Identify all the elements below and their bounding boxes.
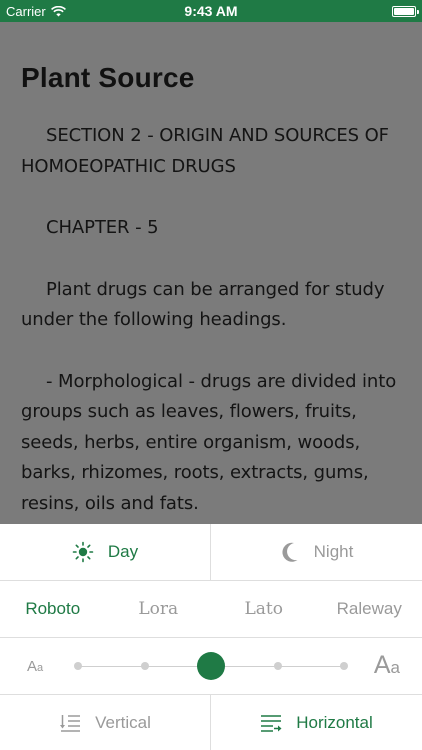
slider-knob[interactable] [197, 652, 225, 680]
reader-content[interactable]: Plant Source SECTION 2 - ORIGIN AND SOUR… [0, 22, 422, 524]
night-button[interactable]: Night [211, 524, 422, 580]
moon-icon [282, 542, 298, 562]
slider-step[interactable] [140, 662, 149, 670]
layout-row: Vertical Horizontal [0, 695, 422, 750]
vertical-label: Vertical [95, 712, 151, 732]
wifi-icon [50, 5, 66, 16]
paragraph: Plant drugs can be arranged for study un… [21, 278, 385, 331]
vertical-scroll-icon [60, 714, 81, 732]
font-option-lora[interactable]: Lora [106, 581, 212, 637]
vertical-button[interactable]: Vertical [0, 695, 211, 750]
decrease-size-icon[interactable]: Aa [27, 658, 43, 675]
font-option-lato[interactable]: Lato [211, 581, 317, 637]
font-option-roboto[interactable]: Roboto [0, 581, 106, 637]
paragraph: - Morphological - drugs are divided into… [21, 370, 397, 514]
battery-icon [392, 5, 419, 17]
night-label: Night [313, 542, 354, 561]
reader-settings-panel: Day Night Roboto Lora Lato Raleway Aa Aa [0, 524, 422, 750]
status-left: Carrier [6, 4, 66, 19]
carrier-label: Carrier [6, 3, 46, 19]
day-button[interactable]: Day [0, 524, 211, 580]
horizontal-scroll-icon [261, 714, 282, 732]
page-title: Plant Source [21, 62, 195, 93]
increase-size-icon[interactable]: Aa [374, 651, 400, 680]
slider-step[interactable] [273, 662, 282, 670]
slider-step[interactable] [340, 662, 348, 670]
font-row: Roboto Lora Lato Raleway [0, 581, 422, 638]
day-label: Day [107, 542, 139, 561]
font-option-raleway[interactable]: Raleway [317, 581, 422, 637]
horizontal-label: Horizontal [296, 712, 373, 732]
theme-row: Day Night [0, 524, 422, 581]
horizontal-button[interactable]: Horizontal [211, 695, 422, 750]
slider-step[interactable] [74, 662, 82, 670]
font-size-row: Aa Aa [0, 638, 422, 695]
paragraph: SECTION 2 - ORIGIN AND SOURCES OF HOMOEO… [21, 125, 389, 177]
paragraph: CHAPTER - 5 [46, 217, 159, 238]
battery-fill [394, 7, 414, 15]
status-bar: Carrier 9:43 AM [0, 0, 422, 22]
font-size-slider[interactable] [74, 652, 348, 680]
sun-icon [72, 541, 94, 563]
